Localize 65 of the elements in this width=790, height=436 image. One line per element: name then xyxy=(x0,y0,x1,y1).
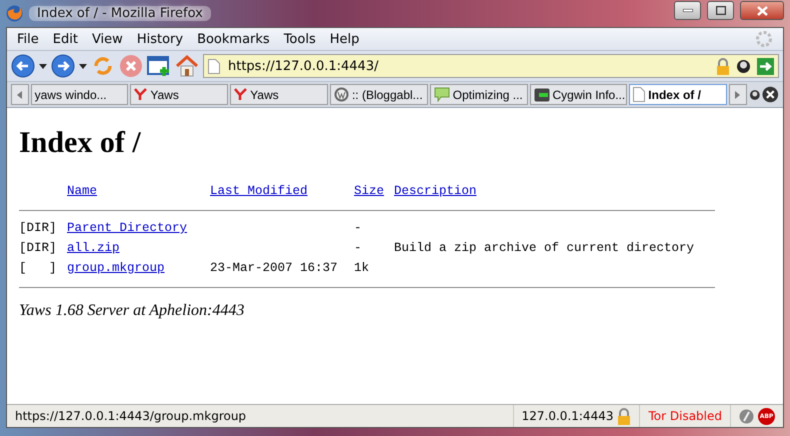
menu-item[interactable]: File xyxy=(17,32,47,46)
speech-bubble-icon xyxy=(434,87,450,102)
column-link[interactable]: Description xyxy=(394,184,477,198)
page-heading: Index of / xyxy=(19,126,142,160)
column-link[interactable]: Name xyxy=(67,184,98,198)
browser-tab[interactable]: Index of / xyxy=(629,84,728,105)
padlock-icon xyxy=(617,408,632,424)
file-link[interactable]: group.mkgroup xyxy=(67,261,165,275)
browser-tab[interactable]: Yaws xyxy=(130,84,228,105)
type-label: [ ] xyxy=(19,261,58,275)
left-triangle-icon[interactable] xyxy=(17,90,22,98)
status-host: 127.0.0.1:4443 xyxy=(512,405,640,427)
maximize-button[interactable] xyxy=(707,1,734,20)
file-link[interactable]: Parent Directory xyxy=(67,221,188,235)
modified-date: 23-Mar-2007 16:37 xyxy=(210,261,338,275)
column-link[interactable]: Size xyxy=(354,184,384,198)
browser-tab[interactable]: Yaws xyxy=(230,84,328,105)
menu-item[interactable]: View xyxy=(92,32,131,46)
minimize-button[interactable] xyxy=(674,1,701,20)
file-size: - xyxy=(354,221,362,235)
scroll-right-button[interactable] xyxy=(729,84,747,105)
menu-item[interactable]: Edit xyxy=(52,32,86,46)
server-signature: Yaws 1.68 Server at Aphelion:4443 xyxy=(19,302,246,320)
address-bar[interactable]: https://127.0.0.1:4443/ xyxy=(203,54,779,78)
minimize-icon[interactable] xyxy=(682,9,692,12)
close-tab-icon[interactable] xyxy=(762,86,779,103)
scroll-left-button[interactable] xyxy=(11,84,29,105)
slash-circle-icon[interactable] xyxy=(739,408,754,424)
browser-tab[interactable]: :: (Bloggabl... xyxy=(330,84,428,105)
file-link[interactable]: all.zip xyxy=(67,241,120,255)
throbber-icon xyxy=(755,30,773,48)
menu-item[interactable]: Tools xyxy=(284,32,324,46)
status-url: https://127.0.0.1:4443/group.mkgroup xyxy=(14,408,248,425)
close-icon[interactable] xyxy=(756,6,768,16)
page-icon xyxy=(633,87,646,102)
home-icon[interactable] xyxy=(175,54,199,78)
type-label: [DIR] xyxy=(19,241,58,255)
caret-icon[interactable] xyxy=(39,64,47,68)
maximize-icon[interactable] xyxy=(716,6,726,15)
y-logo-icon xyxy=(134,88,148,101)
cygwin-logo-icon xyxy=(534,88,550,102)
column-link[interactable]: Last Modified xyxy=(210,184,308,198)
browser-tab[interactable]: Optimizing ... xyxy=(430,84,528,105)
new-window-icon[interactable] xyxy=(147,54,171,78)
close-button[interactable] xyxy=(740,1,784,20)
file-description: Build a zip archive of current directory xyxy=(394,241,694,255)
padlock-icon xyxy=(716,58,730,74)
file-size: 1k xyxy=(354,261,370,275)
file-size: - xyxy=(354,241,362,255)
menu-item[interactable]: Help xyxy=(330,32,368,46)
tor-status[interactable]: Tor Disabled xyxy=(639,405,730,427)
wordpress-logo-icon xyxy=(334,87,349,102)
window-title: Index of / - Mozilla Firefox xyxy=(29,6,211,21)
browser-tab[interactable]: Cygwin Info... xyxy=(530,84,628,105)
caret-icon[interactable] xyxy=(79,64,87,68)
menu-item[interactable]: History xyxy=(136,32,192,46)
page-icon xyxy=(208,58,220,74)
y-logo-icon xyxy=(234,88,248,101)
browser-tab[interactable]: yaws windo... xyxy=(30,84,128,105)
firefox-logo-icon xyxy=(6,5,23,22)
circle-icon xyxy=(736,58,751,74)
type-label: [DIR] xyxy=(19,221,58,235)
menu-item[interactable]: Bookmarks xyxy=(197,32,278,46)
right-triangle-icon[interactable] xyxy=(735,90,740,98)
circle-icon[interactable] xyxy=(748,88,760,100)
